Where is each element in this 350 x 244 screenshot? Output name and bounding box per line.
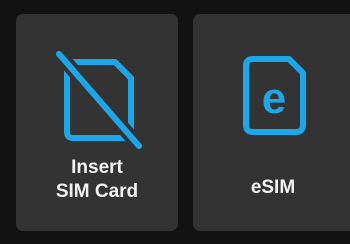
esim-icon-letter: e <box>262 74 286 123</box>
esim-label-text: eSIM <box>250 177 296 198</box>
esim-option[interactable]: e eSIM <box>193 14 350 231</box>
esim-icon: e <box>243 56 306 135</box>
insert-sim-card-label: Insert SIM Card <box>16 156 178 204</box>
insert-sim-card-option[interactable]: Insert SIM Card <box>16 14 178 231</box>
insert-sim-card-label-line2: SIM Card <box>55 181 139 202</box>
sim-card-off-icon <box>53 50 143 150</box>
sim-selection-screen: Insert SIM Card e eSIM <box>0 0 350 244</box>
insert-sim-card-label-line1: Insert <box>71 157 123 178</box>
esim-label: eSIM <box>193 176 350 200</box>
